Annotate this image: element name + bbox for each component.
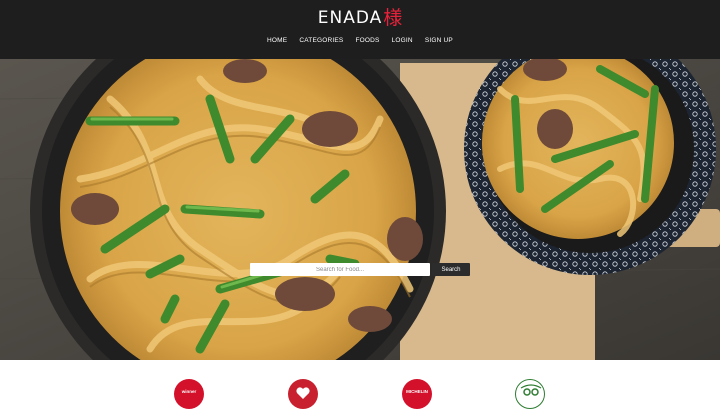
winner-badge-icon: winner xyxy=(174,379,204,409)
michelin-guide-badge-icon: MICHELIN xyxy=(402,379,432,409)
award-label: winner xyxy=(181,389,197,394)
nav-foods[interactable]: FOODS xyxy=(355,37,379,45)
peoples-choice-badge-icon xyxy=(288,379,318,409)
main-nav: HOME CATEGORIES FOODS LOGIN SIGN UP xyxy=(0,37,720,45)
awards-strip: winner MICHELIN xyxy=(0,360,720,409)
search-input[interactable] xyxy=(250,263,430,276)
owl-icon xyxy=(520,384,542,396)
hero-food-image xyxy=(0,59,720,360)
nav-sign-up[interactable]: SIGN UP xyxy=(425,37,453,45)
site-header: ENADA様 HOME CATEGORIES FOODS LOGIN SIGN … xyxy=(0,0,720,59)
logo-text: ENADA xyxy=(317,8,383,28)
search-button[interactable]: Search xyxy=(432,263,470,276)
nav-home[interactable]: HOME xyxy=(267,37,287,45)
hero-banner: Search xyxy=(0,59,720,360)
logo-mark: 様 xyxy=(383,7,403,29)
nav-categories[interactable]: CATEGORIES xyxy=(299,37,343,45)
award-label: MICHELIN xyxy=(406,389,428,394)
heart-icon xyxy=(296,387,310,399)
travellers-choice-badge-icon xyxy=(515,379,545,409)
nav-login[interactable]: LOGIN xyxy=(392,37,413,45)
brand-logo[interactable]: ENADA様 xyxy=(0,7,720,29)
